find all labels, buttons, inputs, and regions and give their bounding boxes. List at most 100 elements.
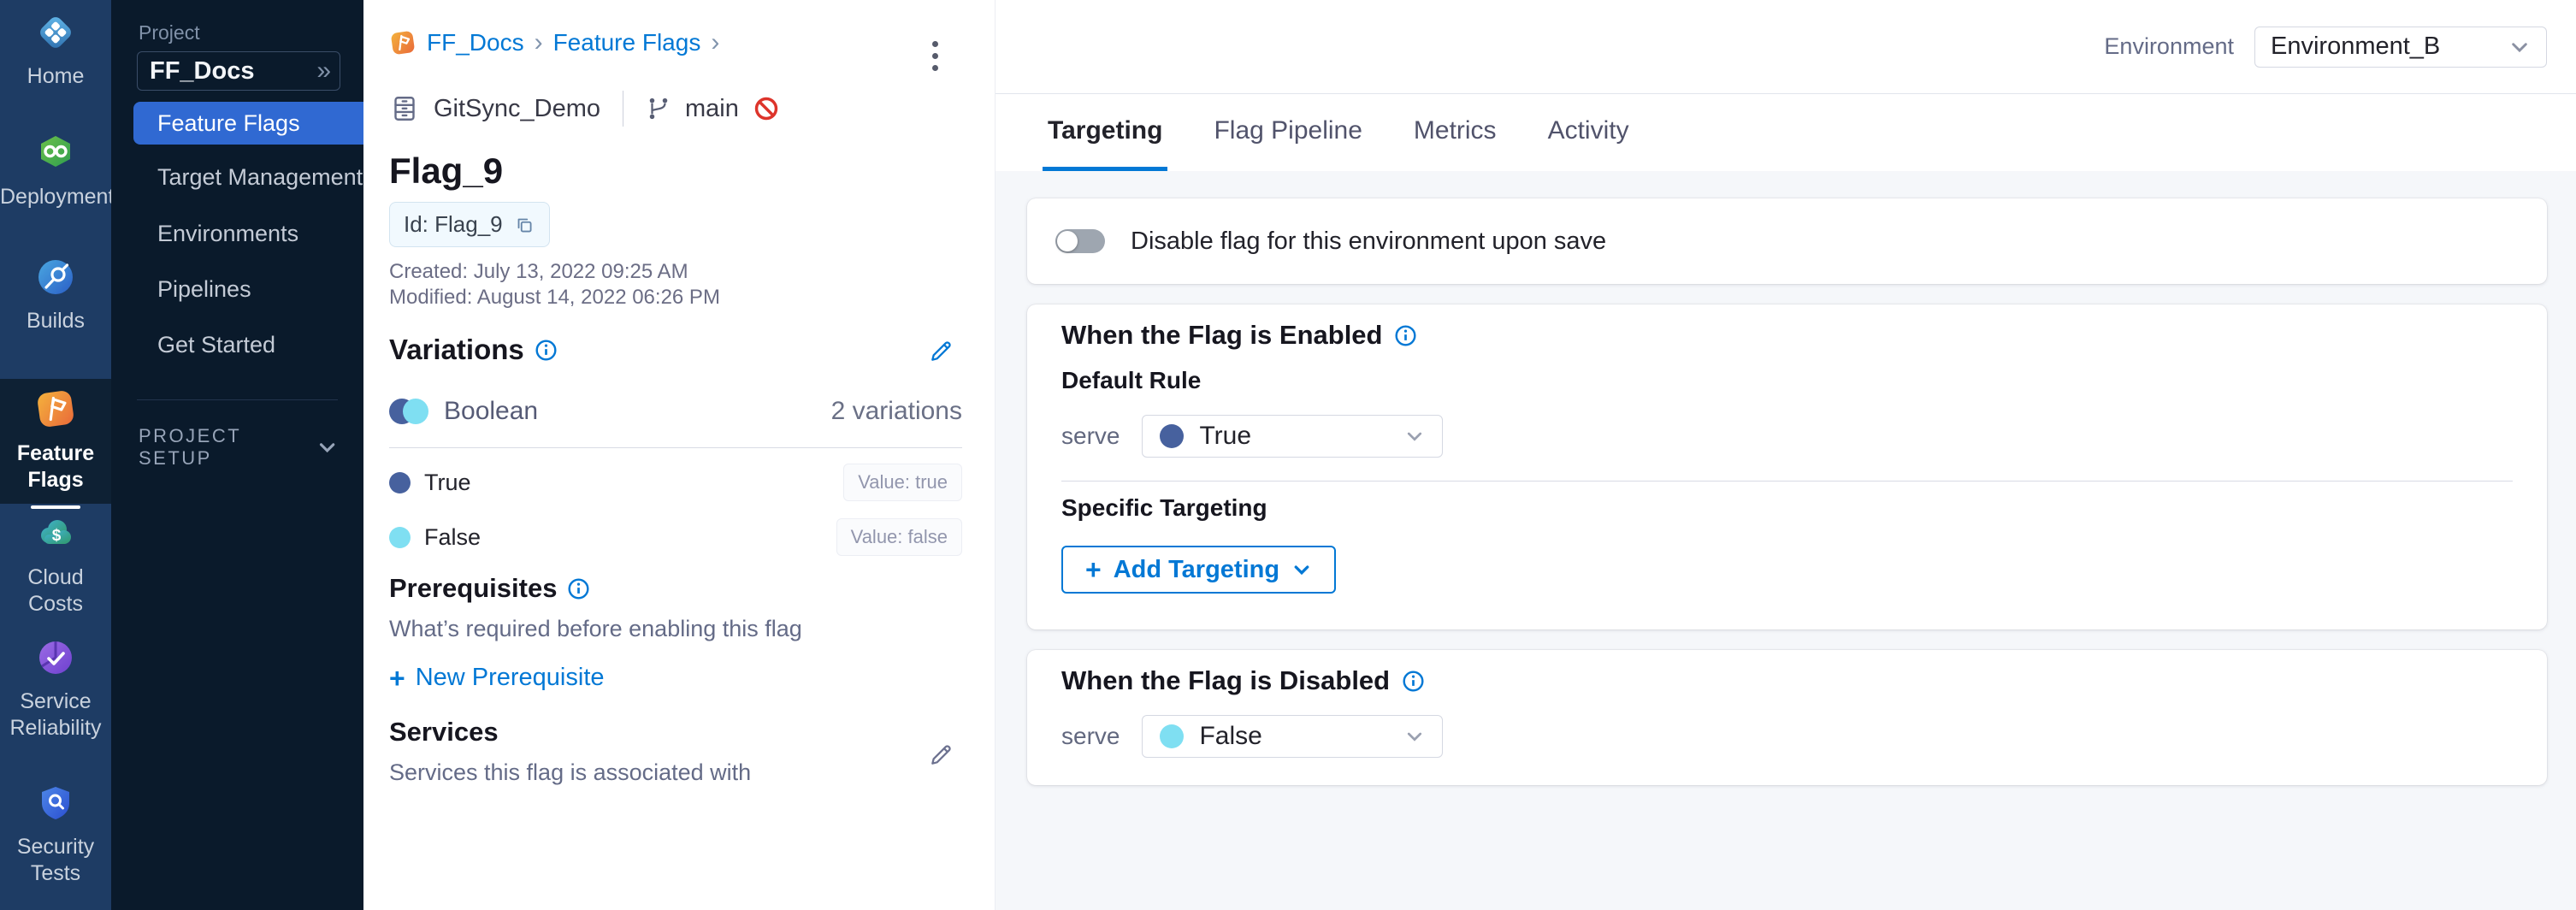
disable-flag-card: Disable flag for this environment upon s… — [1027, 198, 2547, 284]
flag-disabled-card: When the Flag is Disabled serve False — [1027, 650, 2547, 785]
project-label: Project — [139, 21, 200, 44]
plus-icon: + — [1085, 556, 1102, 583]
git-branch-name[interactable]: main — [685, 95, 739, 123]
rail-label: Security Tests — [0, 834, 111, 887]
services-title: Services — [389, 717, 499, 748]
breadcrumb-separator: › — [711, 28, 719, 57]
disable-flag-label: Disable flag for this environment upon s… — [1131, 228, 1606, 256]
info-icon[interactable] — [567, 577, 590, 600]
info-icon[interactable] — [1394, 324, 1417, 347]
prerequisites-section: Prerequisites What’s required before ena… — [389, 573, 962, 642]
disabled-title: When the Flag is Disabled — [1061, 664, 1390, 698]
prerequisites-subtitle: What’s required before enabling this fla… — [389, 616, 962, 642]
specific-targeting-label: Specific Targeting — [1061, 493, 2513, 523]
sidebar-item-feature-flags[interactable]: Feature Flags — [133, 102, 363, 145]
rail-item-home[interactable]: Home — [0, 12, 111, 90]
chevron-down-icon — [2508, 36, 2531, 58]
enabled-serve-value: True — [1199, 422, 1251, 451]
edit-variations-icon[interactable] — [928, 337, 955, 364]
edit-services-icon[interactable] — [928, 741, 955, 768]
project-name: FF_Docs — [150, 57, 316, 86]
flag-dates: Created: July 13, 2022 09:25 AM Modified… — [389, 259, 720, 310]
rail-item-builds[interactable]: Builds — [0, 257, 111, 334]
repo-icon — [389, 93, 420, 124]
rail-item-security-tests[interactable]: Security Tests — [0, 783, 111, 887]
environment-bar: Environment Environment_B — [996, 0, 2576, 94]
rail-item-cloud-costs[interactable]: $ Cloud Costs — [0, 513, 111, 618]
rail-label: Builds — [0, 308, 111, 334]
git-sync-bar: GitSync_Demo main — [389, 91, 780, 127]
variation-dot — [1160, 424, 1184, 448]
rail-item-service-reliability[interactable]: Service Reliability — [0, 637, 111, 742]
flag-title: Flag_9 — [389, 151, 503, 192]
sync-disabled-icon — [753, 95, 780, 122]
flag-id-text: Id: Flag_9 — [404, 211, 503, 238]
add-targeting-button[interactable]: + Add Targeting — [1061, 546, 1336, 594]
environment-label: Environment — [2104, 33, 2234, 60]
chevron-down-icon — [1291, 559, 1312, 580]
disable-flag-toggle[interactable] — [1055, 229, 1105, 253]
security-tests-icon — [35, 783, 76, 824]
feature-flag-detail-page: Home Deployments Builds — [0, 0, 2576, 910]
breadcrumb-project-link[interactable]: FF_Docs — [427, 29, 524, 56]
info-icon[interactable] — [535, 339, 558, 362]
tab-activity[interactable]: Activity — [1543, 94, 1634, 171]
copy-icon[interactable] — [513, 214, 535, 236]
new-prerequisite-button[interactable]: + New Prerequisite — [389, 664, 605, 692]
tab-flag-pipeline[interactable]: Flag Pipeline — [1208, 94, 1367, 171]
sidebar-item-environments[interactable]: Environments — [133, 212, 363, 255]
disabled-serve-value: False — [1199, 722, 1261, 751]
more-options-button[interactable] — [929, 38, 942, 74]
divider — [1061, 481, 2513, 482]
enabled-serve-select[interactable]: True — [1142, 415, 1443, 458]
rail-label: Cloud Costs — [0, 564, 111, 618]
flag-id-chip[interactable]: Id: Flag_9 — [389, 202, 550, 247]
variation-kind: Boolean — [444, 397, 538, 426]
variation-value-badge: Value: false — [836, 518, 962, 556]
cloud-costs-icon: $ — [35, 513, 76, 554]
breadcrumb-section-link[interactable]: Feature Flags — [553, 29, 701, 56]
variation-row-true: True Value: true — [389, 464, 962, 501]
targeting-tab-body: Disable flag for this environment upon s… — [996, 171, 2576, 910]
sidebar-divider — [137, 399, 338, 400]
variation-count: 2 variations — [831, 397, 962, 426]
rail-item-feature-flags[interactable]: Feature Flags — [0, 379, 111, 504]
flag-created: Created: July 13, 2022 09:25 AM — [389, 259, 720, 285]
rail-label: Deployments — [0, 184, 111, 210]
variations-section: Variations Boolean 2 variations True Val… — [389, 334, 962, 561]
project-setup-label: PROJECT SETUP — [139, 425, 316, 470]
environment-select[interactable]: Environment_B — [2254, 27, 2547, 68]
builds-icon — [35, 257, 76, 298]
project-setup-section[interactable]: PROJECT SETUP — [139, 425, 338, 470]
breadcrumb: FF_Docs › Feature Flags › — [389, 28, 719, 57]
variation-dot — [389, 527, 411, 548]
environment-panel: Environment Environment_B Targeting Flag… — [995, 0, 2576, 910]
info-icon[interactable] — [1402, 670, 1425, 693]
add-targeting-label: Add Targeting — [1114, 556, 1279, 584]
rail-label: Feature Flags — [0, 440, 111, 493]
variation-name: True — [424, 470, 471, 496]
git-repo-name[interactable]: GitSync_Demo — [434, 95, 600, 123]
rail-item-deployments[interactable]: Deployments — [0, 133, 111, 210]
variation-name: False — [424, 524, 481, 551]
project-sidebar: Project FF_Docs » Feature Flags Target M… — [111, 0, 363, 910]
flag-enabled-card: When the Flag is Enabled Default Rule se… — [1027, 304, 2547, 629]
flag-modified: Modified: August 14, 2022 06:26 PM — [389, 285, 720, 310]
rail-label: Service Reliability — [0, 688, 111, 742]
variation-dot — [389, 472, 411, 493]
project-expand-icon[interactable]: » — [316, 58, 328, 84]
divider — [389, 447, 962, 448]
sidebar-item-get-started[interactable]: Get Started — [133, 323, 363, 366]
rail-label: Home — [0, 63, 111, 90]
chevron-down-icon — [1404, 726, 1425, 747]
sidebar-item-pipelines[interactable]: Pipelines — [133, 268, 363, 310]
tab-metrics[interactable]: Metrics — [1409, 94, 1502, 171]
sidebar-item-target-management[interactable]: Target Management — [133, 156, 363, 198]
variations-title: Variations — [389, 334, 524, 366]
module-rail: Home Deployments Builds — [0, 0, 111, 910]
deployments-icon — [35, 133, 76, 174]
tab-targeting[interactable]: Targeting — [1043, 94, 1167, 171]
project-selector[interactable]: FF_Docs » — [137, 51, 340, 91]
chevron-down-icon — [316, 436, 338, 458]
disabled-serve-select[interactable]: False — [1142, 715, 1443, 758]
